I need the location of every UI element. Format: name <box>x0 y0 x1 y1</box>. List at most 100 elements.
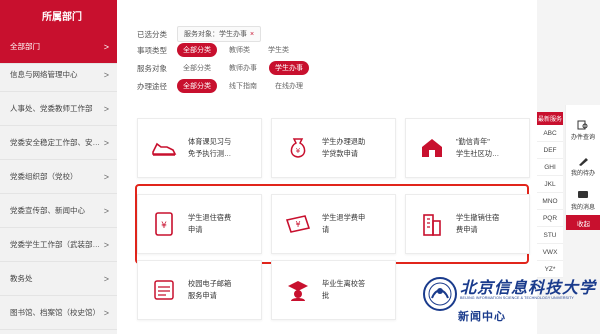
service-title: 毕业生离校答 批 <box>322 279 366 300</box>
sidebar-item-publicity[interactable]: 党委宣传部、新闻中心 > <box>0 194 117 228</box>
channel-option-all[interactable]: 全部分类 <box>177 79 217 93</box>
filter-label: 办理途径 <box>137 81 167 91</box>
university-logo: 北京信息科技大学 BEIJING INFORMATION SCIENCE & T… <box>422 270 600 334</box>
sidebar-title: 所属部门 <box>0 0 117 30</box>
sidebar-item-hr[interactable]: 人事处、党委教师工作部 > <box>0 92 117 126</box>
service-title: 学生撤销住宿 费申请 <box>456 213 500 234</box>
alphabet-item-jkl[interactable]: JKL <box>537 176 563 193</box>
chevron-right-icon: > <box>103 239 109 250</box>
chevron-right-icon: > <box>103 41 109 52</box>
building-icon <box>418 210 446 238</box>
yen-card-icon: ¥ <box>150 210 178 238</box>
service-card[interactable]: ¥ 学生退学费申 请 <box>271 194 396 254</box>
message-icon <box>578 190 588 198</box>
service-card[interactable]: ¥ 学生办理退助 学贷款申请 <box>271 118 396 178</box>
floating-toolbar: 办件查询 我的待办 我的消息 收起 <box>565 105 600 230</box>
category-option-teacher[interactable]: 教师类 <box>223 43 256 57</box>
sidebar-item-label: 人事处、党委教师工作部 <box>10 104 93 113</box>
filter-label: 服务对象 <box>137 63 167 73</box>
collapse-button[interactable]: 收起 <box>566 215 600 230</box>
university-seal-icon <box>423 277 457 311</box>
float-label: 办件查询 <box>570 134 595 141</box>
sidebar-item-label: 党委安全稳定工作部、安… <box>10 138 100 147</box>
chevron-right-icon: > <box>103 137 109 148</box>
sidebar-item-label: 信息与网络管理中心 <box>10 70 78 79</box>
category-option-student[interactable]: 学生类 <box>262 43 295 57</box>
service-title: 体育课见习与 免予执行测… <box>188 137 232 158</box>
filter-panel: 已选分类 服务对象：学生办事 × 事项类型 全部分类 教师类 学生类 服务对象 全… <box>117 0 537 100</box>
chip-label: 服务对象：学生办事 <box>184 31 247 38</box>
selected-filter-chip[interactable]: 服务对象：学生办事 × <box>177 26 262 42</box>
channel-option-offline[interactable]: 线下指南 <box>223 79 263 93</box>
audience-option-teacher[interactable]: 教师办事 <box>223 61 263 75</box>
sidebar-item-label: 图书馆、档案馆（校史馆） <box>10 308 100 317</box>
category-option-all[interactable]: 全部分类 <box>177 43 217 57</box>
service-card[interactable]: 学生撤销住宿 费申请 <box>405 194 530 254</box>
sidebar-item-label: 全部部门 <box>10 42 40 51</box>
float-label: 我的消息 <box>570 204 595 211</box>
alphabet-item-pqr[interactable]: PQR <box>537 210 563 227</box>
chevron-right-icon: > <box>103 307 109 318</box>
shoe-icon <box>150 134 178 162</box>
chevron-right-icon: > <box>103 171 109 182</box>
sidebar-item-academic-affairs[interactable]: 教务处 > <box>0 262 117 296</box>
sidebar-item-student-affairs[interactable]: 党委学生工作部（武装部… > <box>0 228 117 262</box>
sidebar-item-library[interactable]: 图书馆、档案馆（校史馆） > <box>0 296 117 330</box>
my-todo-button[interactable]: 我的待办 <box>566 153 600 179</box>
money-bag-icon: ¥ <box>284 134 312 162</box>
alphabet-item-abc[interactable]: ABC <box>537 125 563 142</box>
filter-label: 已选分类 <box>137 29 167 39</box>
svg-text:¥: ¥ <box>296 147 301 155</box>
audience-option-student[interactable]: 学生办事 <box>269 61 309 75</box>
graduate-icon <box>284 276 312 304</box>
chevron-right-icon: > <box>103 103 109 114</box>
pen-icon <box>579 157 588 166</box>
alphabet-item-vwx[interactable]: VWX <box>537 244 563 261</box>
service-card[interactable]: 体育课见习与 免予执行测… <box>137 118 262 178</box>
audience-filter-row: 服务对象 全部分类 教师办事 学生办事 <box>137 61 315 75</box>
service-card[interactable]: "勤信青年" 学生社区功… <box>405 118 530 178</box>
sidebar-item-label: 教务处 <box>10 274 33 283</box>
alphabet-item-stu[interactable]: STU <box>537 227 563 244</box>
sidebar-item-label: 党委宣传部、新闻中心 <box>10 206 85 215</box>
alphabet-item-def[interactable]: DEF <box>537 142 563 159</box>
category-filter-row: 事项类型 全部分类 教师类 学生类 <box>137 43 301 57</box>
logo-english-name: BEIJING INFORMATION SCIENCE & TECHNOLOGY… <box>460 296 574 300</box>
svg-text:¥: ¥ <box>295 220 300 229</box>
channel-option-online[interactable]: 在线办理 <box>269 79 309 93</box>
my-messages-button[interactable]: 我的消息 <box>566 187 600 213</box>
channel-filter-row: 办理途径 全部分类 线下指南 在线办理 <box>137 79 315 93</box>
yen-ticket-icon: ¥ <box>284 210 312 238</box>
alphabet-index: 最新服务 ABC DEF GHI JKL MNO PQR STU VWX YZ* <box>537 112 563 278</box>
service-title: 学生退住宿费 申请 <box>188 213 232 234</box>
sidebar-item-label: 党委组织部（党校） <box>10 172 78 181</box>
alphabet-item-ghi[interactable]: GHI <box>537 159 563 176</box>
sidebar-item-security[interactable]: 党委安全稳定工作部、安… > <box>0 126 117 160</box>
service-card[interactable]: ¥ 学生退住宿费 申请 <box>137 194 262 254</box>
service-title: "勤信青年" 学生社区功… <box>456 137 500 158</box>
logo-subtitle: 新闻中心 <box>458 311 506 323</box>
chevron-right-icon: > <box>103 273 109 284</box>
service-card[interactable]: 校园电子邮箱 服务申请 <box>137 260 262 320</box>
sidebar-item-label: 党委学生工作部（武装部… <box>10 240 100 249</box>
case-query-button[interactable]: 办件查询 <box>566 117 600 143</box>
sidebar-item-organization[interactable]: 党委组织部（党校） > <box>0 160 117 194</box>
logo-chinese-name: 北京信息科技大学 <box>460 278 597 297</box>
search-doc-icon <box>577 120 588 129</box>
chevron-right-icon: > <box>103 69 109 80</box>
remove-filter-icon[interactable]: × <box>250 31 254 38</box>
sidebar-item-network-center[interactable]: 信息与网络管理中心 > <box>0 58 117 92</box>
filter-label: 事项类型 <box>137 45 167 55</box>
service-title: 学生退学费申 请 <box>322 213 366 234</box>
service-card[interactable]: 毕业生离校答 批 <box>271 260 396 320</box>
alphabet-header: 最新服务 <box>537 112 563 125</box>
chevron-right-icon: > <box>103 205 109 216</box>
float-label: 我的待办 <box>570 170 595 177</box>
alphabet-item-mno[interactable]: MNO <box>537 193 563 210</box>
house-icon <box>418 134 446 162</box>
service-title: 学生办理退助 学贷款申请 <box>322 137 366 158</box>
service-title: 校园电子邮箱 服务申请 <box>188 279 232 300</box>
mail-icon <box>150 276 178 304</box>
svg-text:¥: ¥ <box>161 221 167 231</box>
audience-option-all[interactable]: 全部分类 <box>177 61 217 75</box>
